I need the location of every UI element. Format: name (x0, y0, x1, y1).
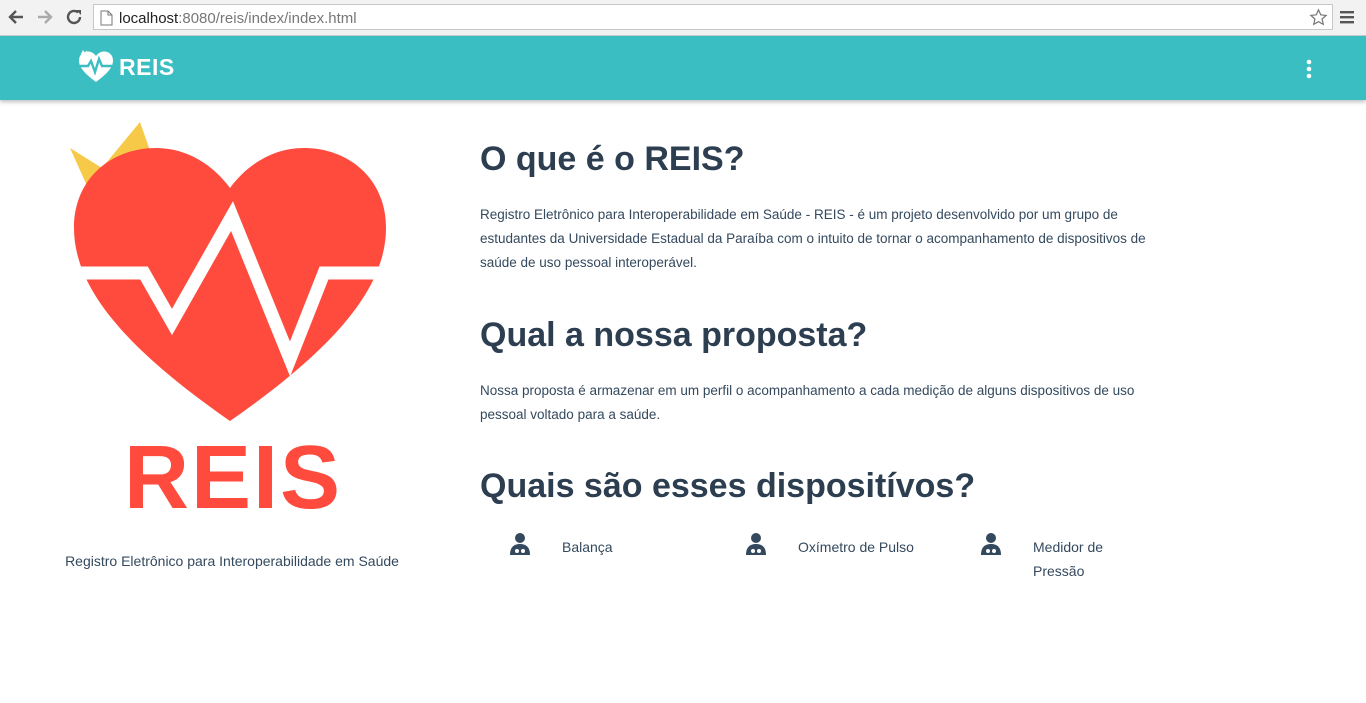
brand-name: REIS (119, 53, 175, 80)
address-bar[interactable]: localhost:8080/reis/index/index.html (93, 4, 1333, 30)
forward-icon[interactable] (34, 6, 56, 28)
reload-icon[interactable] (63, 6, 85, 28)
section-title-devices: Quais são esses dispositívos? (480, 467, 976, 505)
user-md-icon (981, 533, 1001, 555)
brand-link[interactable]: REIS (78, 50, 175, 84)
url-text: localhost:8080/reis/index/index.html (119, 10, 357, 27)
user-md-icon (510, 533, 530, 555)
device-label: Medidor de Pressão (1033, 539, 1104, 579)
page-icon (100, 10, 113, 26)
browser-toolbar: localhost:8080/reis/index/index.html (0, 0, 1366, 36)
more-vert-icon[interactable] (1302, 58, 1316, 80)
hero-tagline: Registro Eletrônico para Interoperabilid… (65, 553, 399, 569)
section-text-proposal: Nossa proposta é armazenar em um perfil … (480, 383, 1135, 422)
app-navbar: REIS (0, 36, 1366, 100)
section-title-about: O que é o REIS? (480, 140, 745, 178)
heart-logo-icon (79, 50, 113, 82)
section-title-proposal: Qual a nossa proposta? (480, 316, 868, 354)
browser-menu-icon[interactable] (1338, 8, 1356, 26)
device-label: Balança (562, 539, 613, 555)
user-md-icon (746, 533, 766, 555)
device-label: Oxímetro de Pulso (798, 539, 914, 555)
bookmark-star-icon[interactable] (1309, 8, 1328, 27)
hero-logo-text: REIS (123, 428, 343, 528)
section-text-about: Registro Eletrônico para Interoperabilid… (480, 207, 1146, 270)
reis-heart-logo (70, 122, 386, 421)
back-icon[interactable] (5, 6, 27, 28)
